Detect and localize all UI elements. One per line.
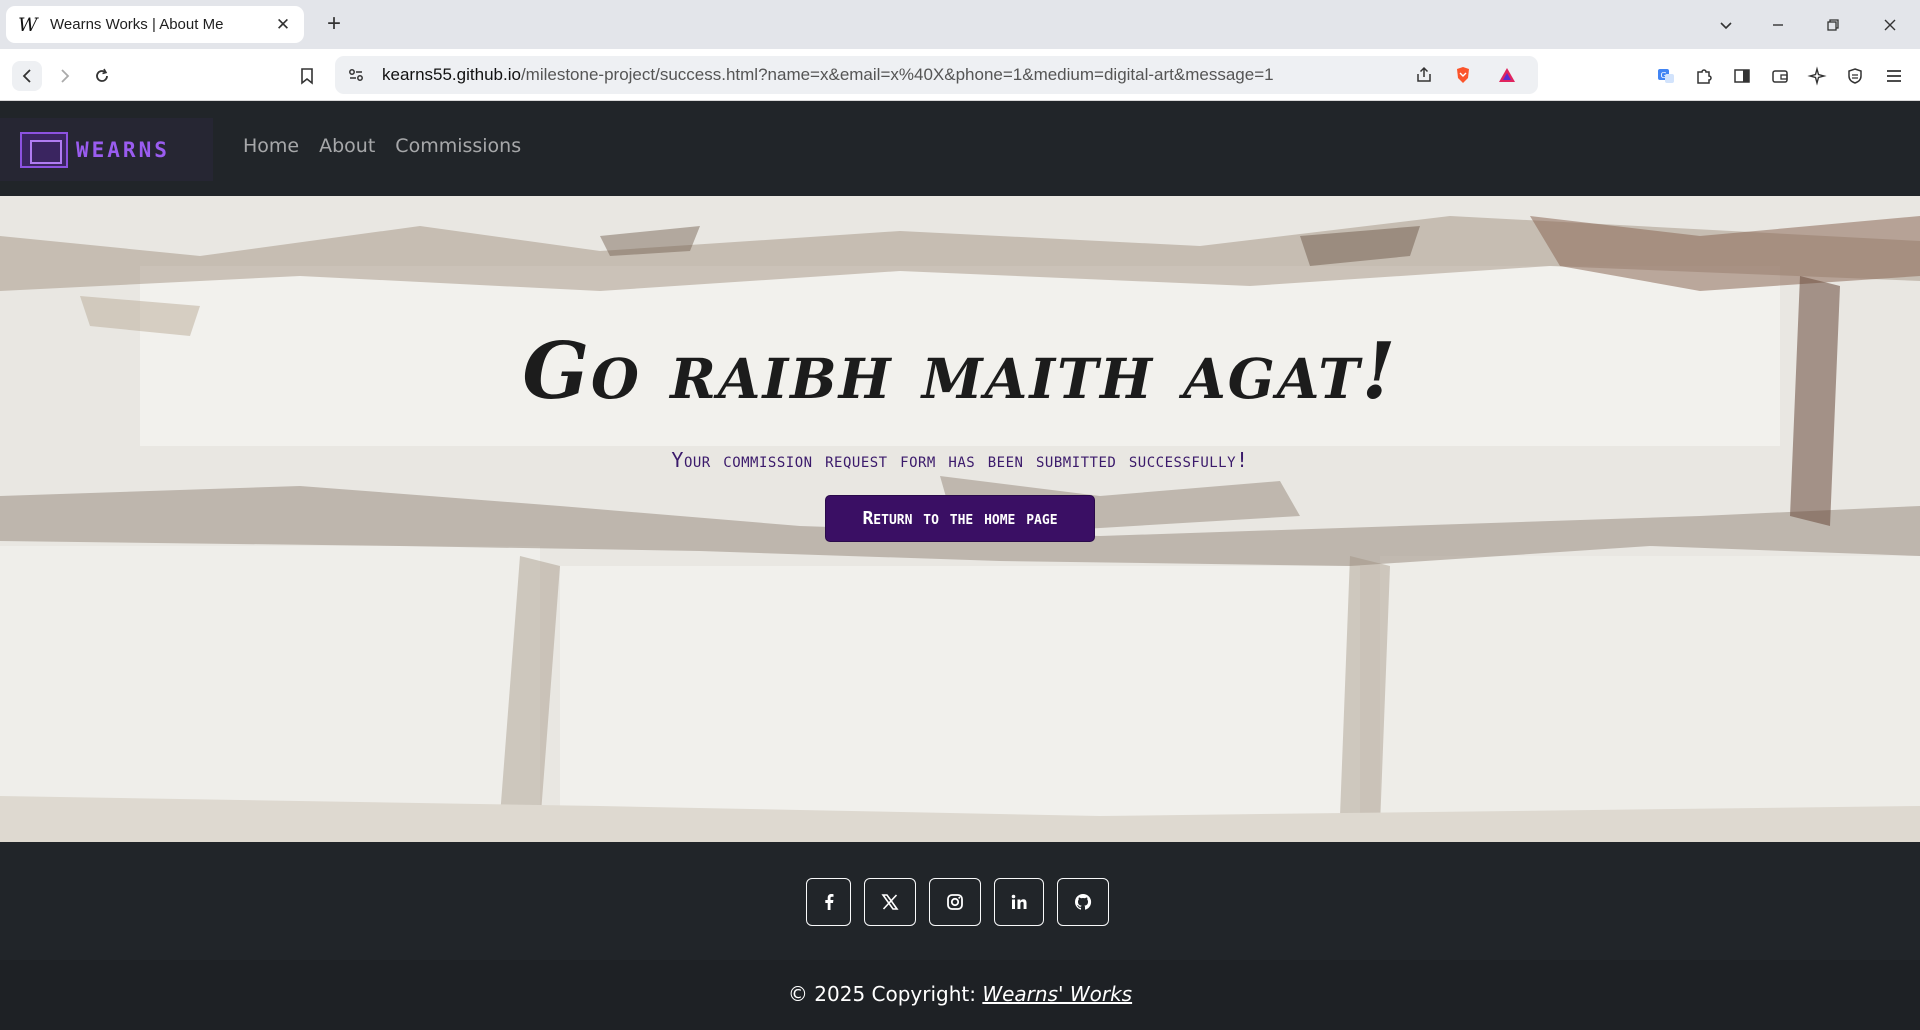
browser-tab-strip: W Wearns Works | About Me ✕ +	[0, 0, 1920, 49]
brave-rewards-icon[interactable]	[1492, 60, 1522, 90]
hero-section: Go raibh maith agat! Your commission req…	[0, 196, 1920, 842]
translate-icon[interactable]: G	[1651, 61, 1681, 91]
github-icon	[1074, 893, 1092, 910]
site-navbar: WEARNS Home About Commissions	[0, 101, 1920, 196]
nav-links: Home About Commissions	[243, 135, 521, 157]
browser-toolbar: kearns55.github.io/milestone-project/suc…	[0, 49, 1920, 101]
forward-arrow-icon[interactable]	[50, 61, 80, 91]
sidebar-icon[interactable]	[1727, 61, 1757, 91]
brand-logo-icon	[20, 131, 68, 168]
close-window-icon[interactable]	[1877, 12, 1903, 38]
menu-hamburger-icon[interactable]	[1879, 61, 1909, 91]
facebook-button[interactable]	[806, 878, 851, 926]
url-host: kearns55.github.io	[382, 65, 521, 84]
brand-text: WEARNS	[76, 137, 170, 162]
vpn-shield-icon[interactable]	[1840, 61, 1870, 91]
minimize-window-icon[interactable]	[1765, 12, 1791, 38]
hero-subtitle: Your commission request form has been su…	[671, 448, 1249, 472]
hero-title: Go raibh maith agat!	[522, 326, 1398, 417]
linkedin-icon	[1011, 894, 1027, 909]
share-icon[interactable]	[1409, 60, 1439, 90]
nav-link-about[interactable]: About	[319, 135, 375, 157]
github-button[interactable]	[1057, 878, 1109, 926]
linkedin-button[interactable]	[994, 878, 1044, 926]
wallet-icon[interactable]	[1765, 61, 1795, 91]
restore-window-icon[interactable]	[1820, 12, 1846, 38]
leo-ai-icon[interactable]	[1802, 61, 1832, 91]
site-settings-icon[interactable]	[341, 60, 371, 90]
tab-favicon-icon: W	[18, 13, 38, 36]
site-footer: © 2025 Copyright: Wearns' Works	[0, 842, 1920, 1030]
brave-shields-icon[interactable]	[1448, 60, 1478, 90]
tab-title: Wearns Works | About Me	[50, 16, 224, 33]
social-links	[806, 878, 1109, 926]
copyright-link[interactable]: Wearns' Works	[982, 982, 1132, 1006]
x-twitter-icon	[881, 894, 899, 910]
return-home-button[interactable]: Return to the home page	[825, 495, 1095, 542]
url-path: /milestone-project/success.html?name=x&e…	[520, 65, 1274, 84]
instagram-icon	[947, 894, 963, 910]
address-url[interactable]: kearns55.github.io/milestone-project/suc…	[382, 65, 1274, 85]
hero-content: Go raibh maith agat! Your commission req…	[0, 196, 1920, 842]
browser-tab-active[interactable]: W Wearns Works | About Me ✕	[6, 6, 304, 43]
extensions-puzzle-icon[interactable]	[1689, 61, 1719, 91]
x-twitter-button[interactable]	[864, 878, 916, 926]
copyright-text: © 2025 Copyright:	[787, 982, 983, 1006]
tab-search-chevron-icon[interactable]	[1713, 12, 1739, 38]
new-tab-button[interactable]: +	[320, 10, 348, 38]
copyright-bar: © 2025 Copyright: Wearns' Works	[0, 960, 1920, 1030]
nav-link-home[interactable]: Home	[243, 135, 299, 157]
bookmark-icon[interactable]	[292, 61, 322, 91]
facebook-icon	[824, 894, 833, 910]
back-arrow-icon[interactable]	[12, 61, 42, 91]
nav-link-commissions[interactable]: Commissions	[395, 135, 521, 157]
brand-logo[interactable]: WEARNS	[0, 118, 213, 181]
address-bar[interactable]: kearns55.github.io/milestone-project/suc…	[335, 56, 1538, 94]
instagram-button[interactable]	[929, 878, 981, 926]
tab-close-icon[interactable]: ✕	[274, 15, 292, 35]
reload-icon[interactable]	[87, 61, 117, 91]
